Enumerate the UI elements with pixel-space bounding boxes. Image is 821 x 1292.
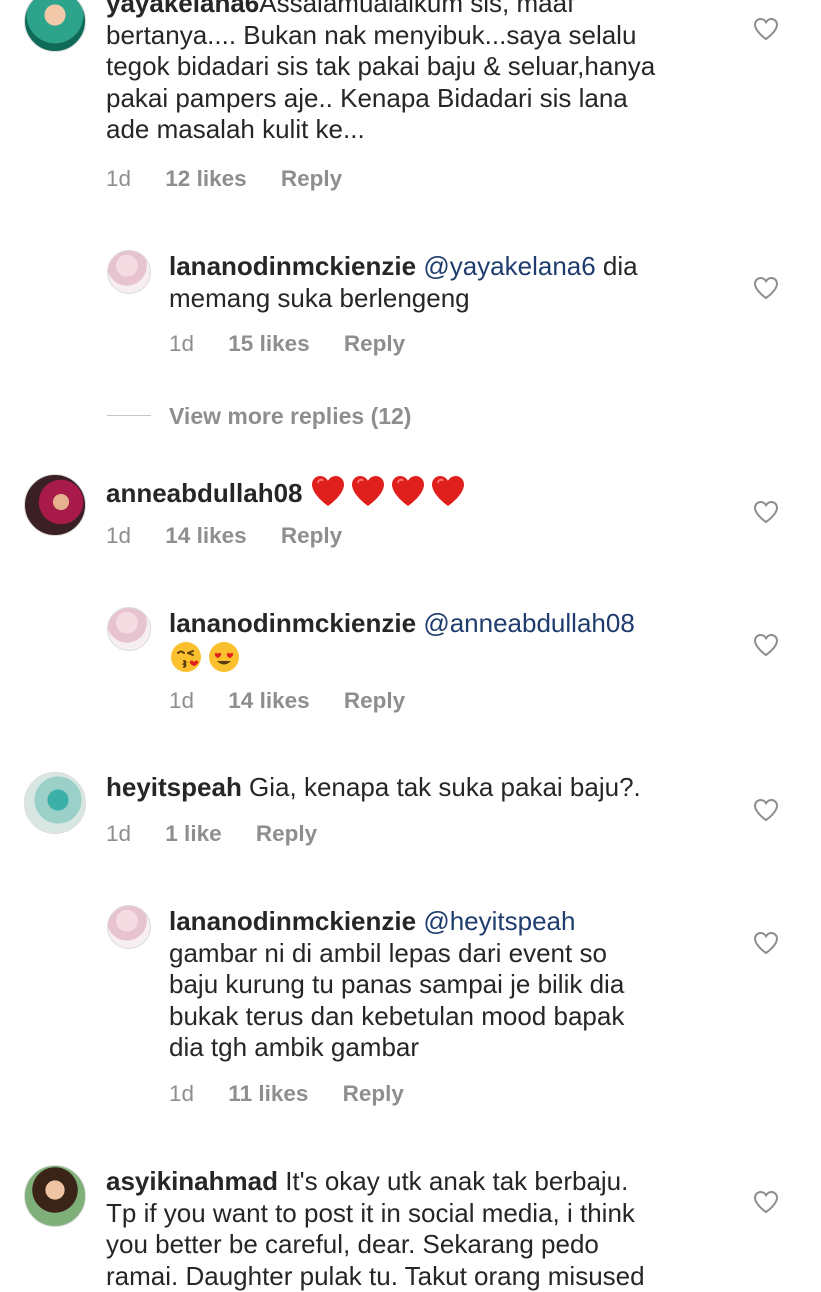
reply-button[interactable]: Reply bbox=[256, 821, 317, 847]
reply-button[interactable]: Reply bbox=[281, 166, 342, 192]
red-heart-emoji bbox=[390, 474, 426, 508]
view-more-replies-button[interactable]: View more replies (12) bbox=[169, 403, 411, 430]
kissing-face-emoji bbox=[171, 641, 201, 672]
comment-text: yayakelana6Assalamualaikum sis, maaf ber… bbox=[106, 0, 746, 146]
heart-outline-icon[interactable] bbox=[753, 17, 779, 41]
reply-username[interactable]: lananodinmckienzie bbox=[169, 608, 416, 638]
comment-username[interactable]: yayakelana6 bbox=[106, 0, 259, 18]
heart-eyes-emoji bbox=[209, 641, 239, 672]
comment-time: 1d bbox=[106, 166, 132, 191]
comment-username[interactable]: anneabdullah08 bbox=[106, 478, 303, 508]
reply-time: 1d bbox=[169, 331, 195, 356]
comment-username[interactable]: asyikinahmad bbox=[106, 1166, 278, 1196]
avatar[interactable] bbox=[107, 250, 151, 294]
comment-text: asyikinahmad It's okay utk anak tak berb… bbox=[106, 1166, 645, 1291]
reply-text: lananodinmckienzie @anneabdullah08 bbox=[169, 608, 729, 675]
heart-outline-icon[interactable] bbox=[753, 931, 779, 955]
comment-username[interactable]: heyitspeah bbox=[106, 772, 242, 802]
comment-time: 1d bbox=[106, 523, 132, 548]
likes-count[interactable]: 11 likes bbox=[228, 1081, 308, 1107]
heart-outline-icon[interactable] bbox=[753, 276, 779, 300]
reply-button[interactable]: Reply bbox=[344, 331, 405, 357]
reply-button[interactable]: Reply bbox=[344, 688, 405, 714]
reply-time: 1d bbox=[169, 688, 195, 713]
comment-meta: 1d 14 likes Reply bbox=[106, 523, 342, 549]
reply-username[interactable]: lananodinmckienzie bbox=[169, 906, 416, 936]
reply-text: lananodinmckienzie @heyitspeah gambar ni… bbox=[169, 906, 625, 1062]
avatar[interactable] bbox=[107, 905, 151, 949]
mention-link[interactable]: @anneabdullah08 bbox=[423, 608, 634, 638]
likes-count[interactable]: 1 like bbox=[165, 821, 221, 847]
avatar[interactable] bbox=[24, 474, 86, 536]
heart-outline-icon[interactable] bbox=[753, 633, 779, 657]
avatar[interactable] bbox=[107, 607, 151, 651]
view-more-divider bbox=[107, 415, 151, 416]
likes-count[interactable]: 14 likes bbox=[228, 688, 309, 714]
red-heart-emoji bbox=[430, 474, 466, 508]
reply-text: lananodinmckienzie @yayakelana6 dia mema… bbox=[169, 251, 638, 313]
comment-text: anneabdullah08 bbox=[106, 474, 746, 510]
red-heart-emoji bbox=[350, 474, 386, 508]
comment-meta: 1d 12 likes Reply bbox=[106, 166, 342, 192]
heart-outline-icon[interactable] bbox=[753, 1190, 779, 1214]
avatar[interactable] bbox=[24, 772, 86, 834]
avatar[interactable] bbox=[24, 1165, 86, 1227]
reply-meta: 1d 15 likes Reply bbox=[169, 331, 405, 357]
red-heart-emoji bbox=[310, 474, 346, 508]
reply-meta: 1d 11 likes Reply bbox=[169, 1081, 404, 1107]
likes-count[interactable]: 15 likes bbox=[228, 331, 309, 357]
reply-button[interactable]: Reply bbox=[281, 523, 342, 549]
likes-count[interactable]: 12 likes bbox=[165, 166, 246, 192]
comment-time: 1d bbox=[106, 821, 132, 846]
likes-count[interactable]: 14 likes bbox=[165, 523, 246, 549]
reply-meta: 1d 14 likes Reply bbox=[169, 688, 405, 714]
heart-outline-icon[interactable] bbox=[753, 500, 779, 524]
avatar[interactable] bbox=[24, 0, 86, 52]
reply-time: 1d bbox=[169, 1081, 195, 1106]
mention-link[interactable]: @heyitspeah bbox=[423, 906, 575, 936]
mention-link[interactable]: @yayakelana6 bbox=[423, 251, 595, 281]
reply-button[interactable]: Reply bbox=[343, 1081, 404, 1107]
heart-outline-icon[interactable] bbox=[753, 798, 779, 822]
reply-username[interactable]: lananodinmckienzie bbox=[169, 251, 416, 281]
comment-meta: 1d 1 like Reply bbox=[106, 821, 317, 847]
comment-text: heyitspeah Gia, kenapa tak suka pakai ba… bbox=[106, 772, 641, 802]
